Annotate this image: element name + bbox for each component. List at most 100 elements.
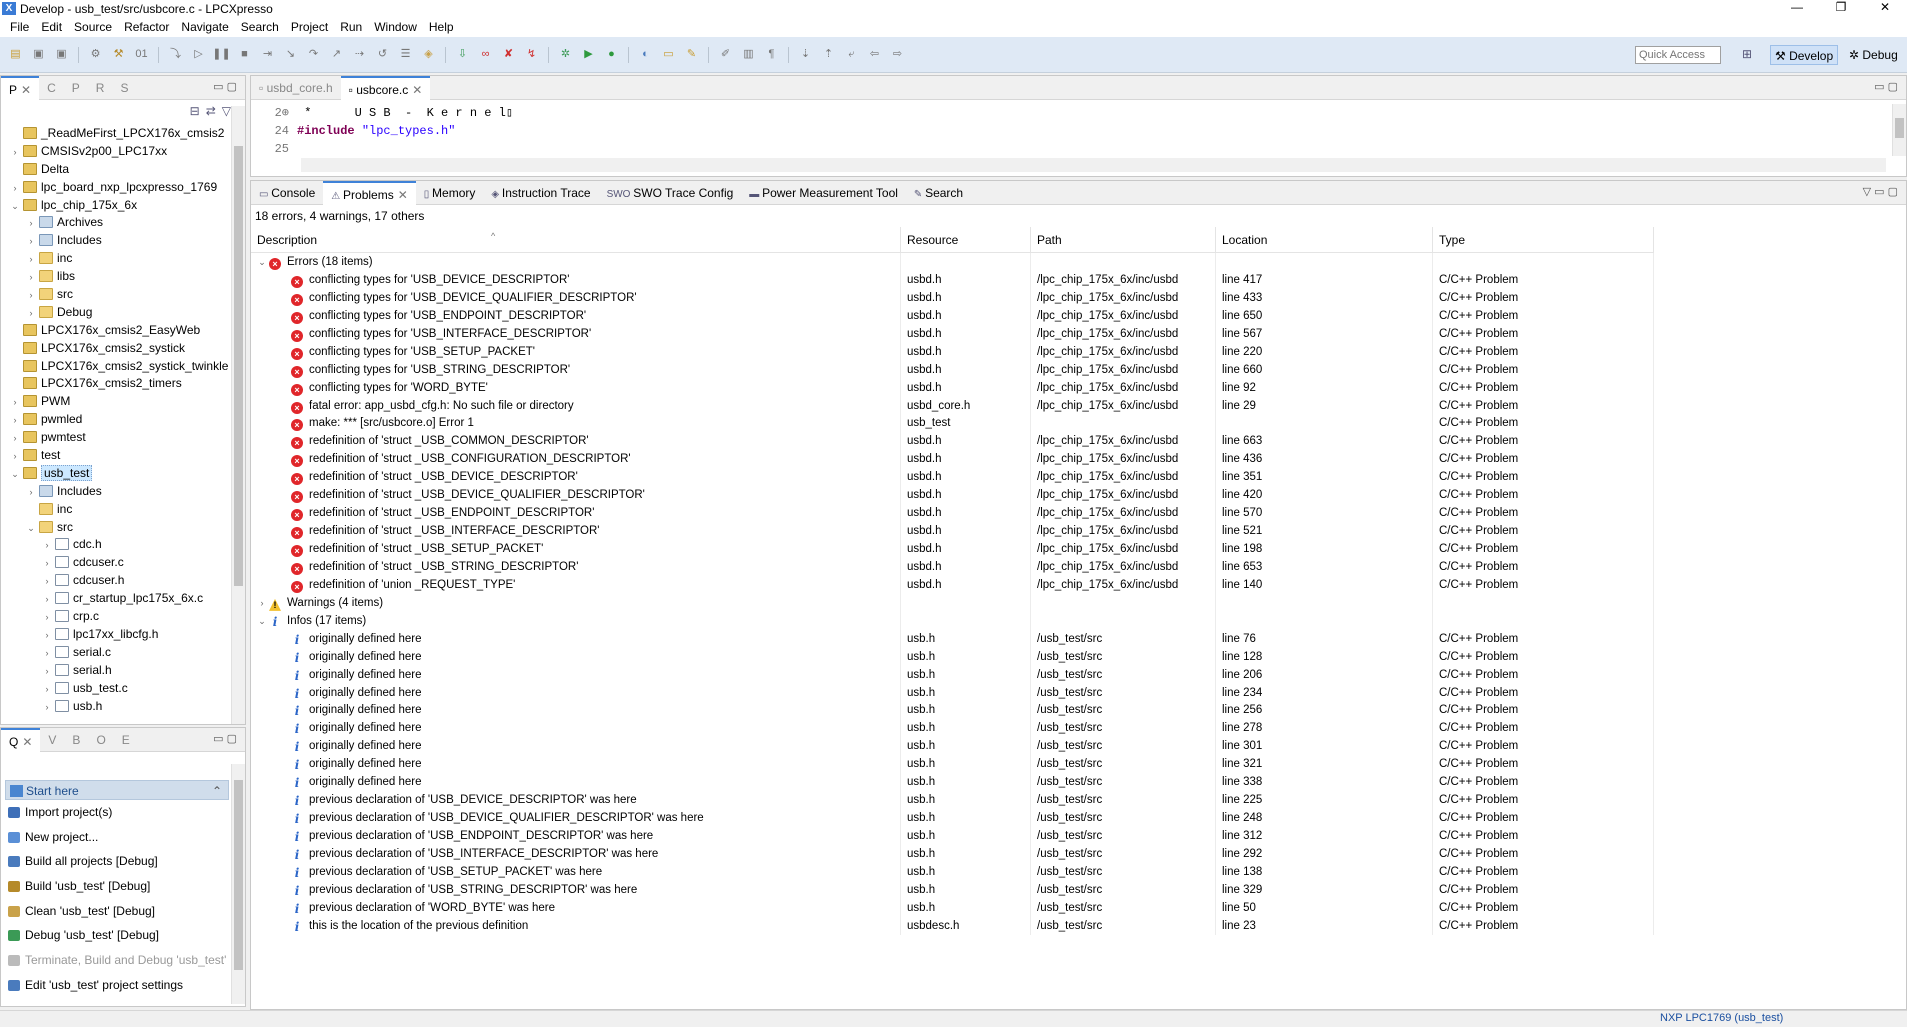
quickstart-scrollbar[interactable]	[231, 764, 245, 1004]
problem-row[interactable]: i originally defined here usb.h/usb_test/s…	[251, 737, 1654, 756]
tree-item[interactable]: › Includes	[1, 482, 233, 500]
problem-row[interactable]: i previous declaration of 'WORD_BYTE' was…	[251, 898, 1654, 917]
tree-item[interactable]: › cdcuser.h	[1, 571, 233, 589]
chevron-right-icon[interactable]: ›	[25, 250, 37, 268]
tab-breakpoints[interactable]: B	[64, 728, 88, 752]
problem-row[interactable]: i previous declaration of 'USB_SETUP_PACK…	[251, 862, 1654, 881]
tree-item[interactable]: inc	[1, 500, 233, 518]
tab-project-explorer[interactable]: P ✕	[1, 75, 40, 100]
editor-tab[interactable]: ▫ usbd_core.h	[251, 76, 341, 100]
problem-row[interactable]: × conflicting types for 'USB_SETUP_PACKET…	[251, 342, 1654, 361]
external-tools-icon[interactable]: ●	[602, 46, 621, 63]
tree-item[interactable]: › lpc17xx_libcfg.h	[1, 625, 233, 643]
problem-row[interactable]: i originally defined here usb.h/usb_test/s…	[251, 629, 1654, 648]
code-line[interactable]: 2⊕ * U S B - K e r n e l▯	[251, 104, 1891, 122]
restart-icon[interactable]: ↺	[373, 46, 392, 63]
close-icon[interactable]: ✕	[21, 83, 31, 97]
tree-item[interactable]: › test	[1, 446, 233, 464]
chevron-right-icon[interactable]: ›	[25, 214, 37, 232]
problem-row[interactable]: × redefinition of 'struct _USB_CONFIGURAT…	[251, 450, 1654, 469]
chevron-right-icon[interactable]: ›	[41, 572, 53, 590]
restore-button[interactable]: ❐	[1819, 0, 1863, 17]
tree-item[interactable]: LPCX176x_cmsis2_timers	[1, 374, 233, 392]
tree-item[interactable]: › serial.h	[1, 661, 233, 679]
tab-c-projects[interactable]: C	[39, 76, 64, 100]
chevron-down-icon[interactable]: ⌄	[25, 519, 37, 537]
problem-row[interactable]: × redefinition of 'struct _USB_INTERFACE_…	[251, 522, 1654, 540]
quickstart-item[interactable]: New project...	[5, 825, 229, 850]
menu-navigate[interactable]: Navigate	[175, 20, 234, 34]
quickstart-item[interactable]: Edit 'usb_test' project settings	[5, 973, 229, 998]
build-config-icon[interactable]: ⚙	[86, 46, 105, 63]
tree-item[interactable]: › crp.c	[1, 607, 233, 625]
tab-search[interactable]: ✎ Search	[906, 181, 971, 205]
show-whitespace-icon[interactable]: ¶	[762, 46, 781, 63]
problem-row[interactable]: × redefinition of 'struct _USB_ENDPOINT_D…	[251, 504, 1654, 523]
problem-row[interactable]: × conflicting types for 'USB_DEVICE_QUALI…	[251, 288, 1654, 307]
tree-item[interactable]: › PWM	[1, 392, 233, 410]
editor-vertical-scrollbar[interactable]	[1892, 104, 1906, 156]
tree-item[interactable]: _ReadMeFirst_LPCX176x_cmsis2	[1, 124, 233, 142]
tab-registers[interactable]: R	[88, 76, 113, 100]
tree-item[interactable]: › cr_startup_lpc175x_6x.c	[1, 589, 233, 607]
problem-row[interactable]: i originally defined here usb.h/usb_test/s…	[251, 773, 1654, 792]
tree-item[interactable]: LPCX176x_cmsis2_systick	[1, 339, 233, 357]
menu-help[interactable]: Help	[423, 20, 460, 34]
tab-console[interactable]: ▭ Console	[251, 181, 323, 205]
menu-search[interactable]: Search	[235, 20, 285, 34]
chevron-down-icon[interactable]: ⌄	[9, 197, 21, 215]
problem-row[interactable]: i previous declaration of 'USB_DEVICE_QUA…	[251, 809, 1654, 827]
tab-instruction-trace[interactable]: ◈ Instruction Trace	[483, 181, 598, 205]
chip-icon[interactable]: ◈	[419, 46, 438, 63]
menu-window[interactable]: Window	[368, 20, 423, 34]
run-icon[interactable]: ▶	[579, 46, 598, 63]
problem-row[interactable]: × redefinition of 'union _REQUEST_TYPE' us…	[251, 575, 1654, 594]
chevron-down-icon[interactable]: ⌄	[9, 465, 21, 483]
terminate-icon[interactable]: ■	[235, 46, 254, 63]
save-icon[interactable]: ▣	[29, 46, 48, 63]
minimize-button[interactable]: —	[1775, 0, 1819, 17]
tree-item[interactable]: › cdc.h	[1, 535, 233, 553]
tree-item[interactable]: › inc	[1, 249, 233, 267]
editor-tab[interactable]: ▫ usbcore.c ✕	[340, 75, 431, 100]
open-perspective-icon[interactable]: ⊞	[1742, 47, 1760, 63]
tab-power-measurement-tool[interactable]: ▬ Power Measurement Tool	[741, 181, 906, 205]
quickstart-item[interactable]: Build all projects [Debug]	[5, 849, 229, 874]
code-area[interactable]: 2⊕ * U S B - K e r n e l▯ 24 #include "lpc…	[251, 104, 1891, 158]
tree-item[interactable]: › pwmled	[1, 410, 233, 428]
disconnect-icon[interactable]: ⇥	[258, 46, 277, 63]
menu-project[interactable]: Project	[285, 20, 334, 34]
scrollbar-thumb[interactable]	[1895, 118, 1904, 138]
problem-group-row[interactable]: ›! Warnings (4 items)	[251, 593, 1654, 612]
chevron-right-icon[interactable]: ›	[41, 590, 53, 608]
problem-group-row[interactable]: ⌄ i Infos (17 items)	[251, 611, 1654, 630]
problem-row[interactable]: i originally defined here usb.h/usb_test/s…	[251, 647, 1654, 666]
minimize-maximize-icon[interactable]: ▭ ▢	[213, 732, 237, 745]
scrollbar-thumb[interactable]	[234, 146, 243, 586]
next-annotation-icon[interactable]: ⇣	[796, 46, 815, 63]
step-over-icon[interactable]: ↷	[304, 46, 323, 63]
tree-item[interactable]: › src	[1, 285, 233, 303]
problem-row[interactable]: i originally defined here usb.h/usb_test/s…	[251, 683, 1654, 702]
problem-row[interactable]: × conflicting types for 'USB_DEVICE_DESCR…	[251, 270, 1654, 289]
chevron-down-icon[interactable]: ⌄	[255, 612, 269, 630]
problem-row[interactable]: × redefinition of 'struct _USB_DEVICE_QUA…	[251, 486, 1654, 505]
open-type-icon[interactable]: ◐	[636, 46, 655, 63]
close-icon[interactable]: ✕	[22, 735, 32, 749]
collapse-all-icon[interactable]: ⊟	[190, 104, 200, 118]
last-edit-icon[interactable]: ⤶	[842, 46, 861, 63]
collapse-icon[interactable]: ⌃	[212, 781, 222, 801]
tree-item[interactable]: › Includes	[1, 231, 233, 249]
menu-run[interactable]: Run	[334, 20, 368, 34]
quickstart-item[interactable]: Build 'usb_test' [Debug]	[5, 874, 229, 899]
tree-item[interactable]: › libs	[1, 267, 233, 285]
tree-item[interactable]: › usb_test.c	[1, 679, 233, 697]
problem-row[interactable]: i originally defined here usb.h/usb_test/s…	[251, 701, 1654, 720]
close-icon[interactable]: ✕	[398, 188, 408, 202]
problem-row[interactable]: i originally defined here usb.h/usb_test/s…	[251, 755, 1654, 774]
tree-item[interactable]: › CMSISv2p00_LPC17xx	[1, 142, 233, 160]
problem-row[interactable]: i originally defined here usb.h/usb_test/s…	[251, 719, 1654, 738]
problem-group-row[interactable]: ⌄ × Errors (18 items)	[251, 253, 1654, 271]
tab-swo-trace-config[interactable]: SWO SWO Trace Config	[599, 181, 742, 205]
resume-icon[interactable]: ▷	[189, 46, 208, 63]
